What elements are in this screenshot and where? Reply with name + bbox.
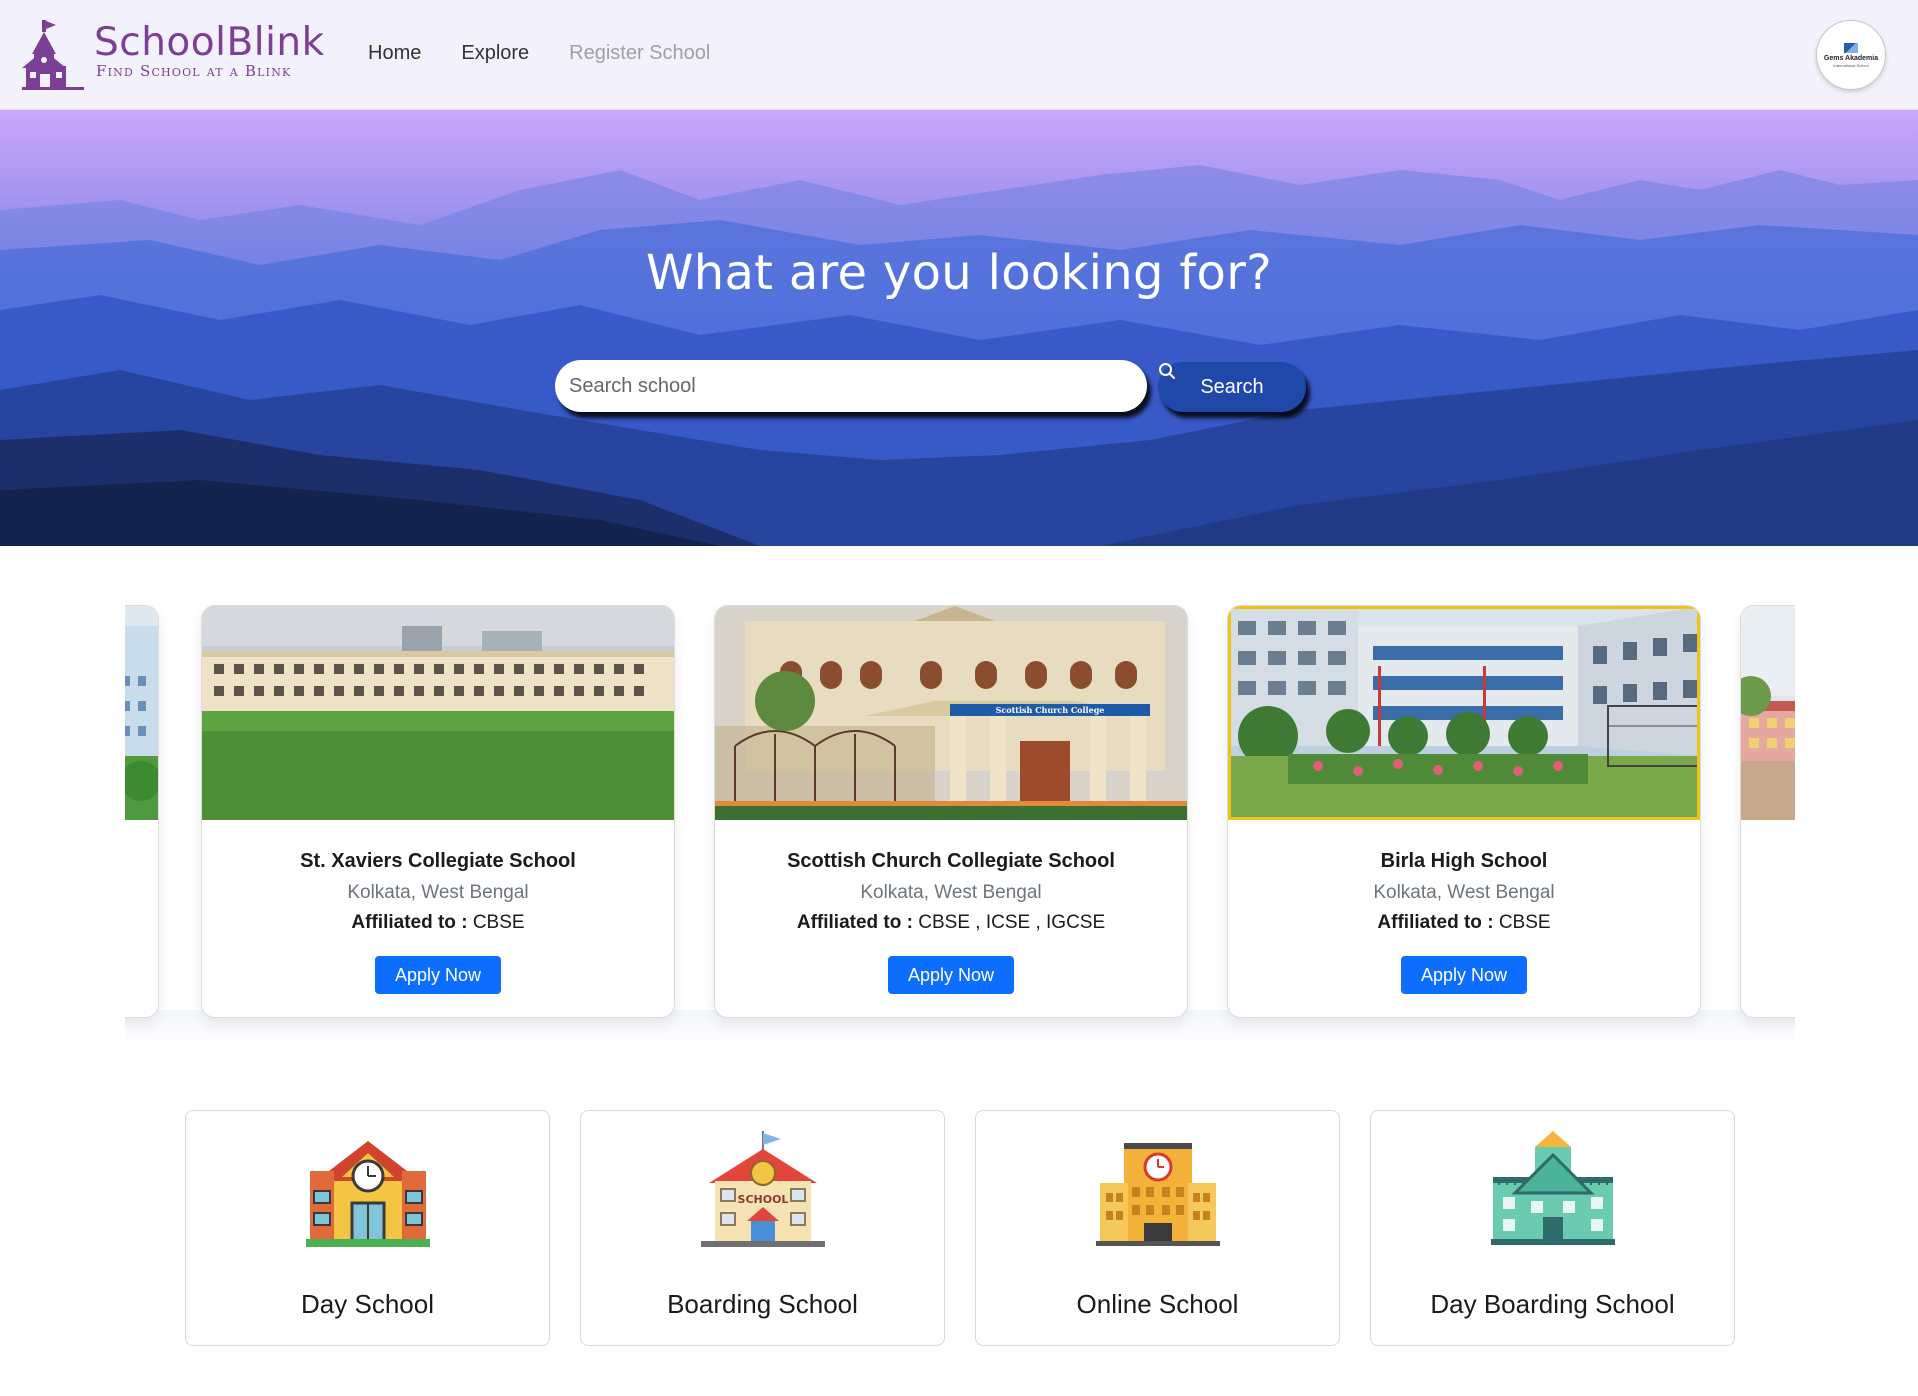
school-location: Kolkata, West Bengal [860, 882, 1042, 903]
category-label: Online School [1076, 1289, 1239, 1319]
school-card: Scottish Church College Scottish Church … [714, 605, 1188, 1018]
day-boarding-school-icon [1491, 1131, 1615, 1245]
school-photo [125, 606, 158, 820]
brand-tagline: Find School at a Blink [96, 62, 292, 80]
school-photo [1228, 606, 1700, 820]
school-card-partial-left[interactable] [125, 605, 159, 1018]
search-box [555, 360, 1147, 412]
school-location: Kolkata, West Bengal [1373, 882, 1555, 903]
profile-avatar[interactable]: Gems Akademia International School [1816, 20, 1886, 90]
profile-subtitle: International School [1833, 62, 1869, 68]
school-name: Scottish Church Collegiate School [787, 850, 1115, 872]
affiliation-value: CBSE [1498, 912, 1551, 933]
school-card-partial-right[interactable] [1740, 605, 1795, 1018]
search-icon [1159, 363, 1175, 379]
mountain-background-image [0, 165, 1918, 546]
category-label: Day School [301, 1289, 434, 1319]
affiliation-label: Affiliated to : [796, 912, 913, 933]
affiliation-label: Affiliated to : [1377, 912, 1494, 933]
school-photo [202, 606, 674, 820]
apply-now-button[interactable]: Apply Now [887, 956, 1015, 994]
category-day-boarding-school[interactable]: Day Boarding School [1370, 1110, 1735, 1346]
category-label: Day Boarding School [1430, 1289, 1675, 1319]
online-school-icon [1096, 1143, 1220, 1246]
school-sign-text: SCHOOL [738, 1193, 789, 1206]
schoolhouse-logo-icon [22, 20, 84, 90]
category-online-school[interactable]: Online School [975, 1110, 1340, 1346]
school-name: Birla High School [1380, 850, 1548, 872]
search-button-label: Search [1200, 375, 1264, 398]
school-name: St. Xaviers Collegiate School [300, 850, 576, 872]
navbar: SchoolBlink Find School at a Blink Home … [0, 0, 1918, 110]
affiliation-label: Affiliated to : [351, 912, 468, 933]
school-card: Birla High School Kolkata, West Bengal A… [1227, 605, 1701, 1018]
apply-now-button[interactable]: Apply Now [374, 956, 502, 994]
school-crest-icon [1844, 42, 1858, 53]
category-boarding-school[interactable]: SCHOOL Boarding School [580, 1110, 945, 1346]
nav-link-home[interactable]: Home [368, 42, 421, 65]
school-affiliation: Affiliated to : CBSE [1228, 912, 1700, 934]
affiliation-value: CBSE [472, 912, 525, 933]
search-button[interactable]: Search [1158, 362, 1306, 412]
school-photo [1741, 606, 1795, 820]
profile-name: Gems Akademia [1823, 54, 1879, 62]
search-input[interactable] [555, 360, 1147, 412]
apply-now-button[interactable]: Apply Now [1400, 956, 1528, 994]
school-affiliation: Affiliated to : CBSE , ICSE , IGCSE [715, 912, 1187, 934]
brand-logo[interactable]: SchoolBlink Find School at a Blink [22, 20, 325, 90]
boarding-school-icon: SCHOOL [701, 1131, 825, 1247]
school-card: St. Xaviers Collegiate School Kolkata, W… [201, 605, 675, 1018]
hero-banner: What are you looking for? Search [0, 110, 1918, 546]
main-nav: Home Explore Register School [368, 42, 710, 65]
nav-link-explore[interactable]: Explore [461, 42, 529, 65]
category-day-school[interactable]: Day School [185, 1110, 550, 1346]
school-carousel: St. Xaviers Collegiate School Kolkata, W… [125, 600, 1795, 1045]
category-label: Boarding School [667, 1289, 858, 1319]
day-school-icon [306, 1141, 430, 1247]
affiliation-value: CBSE , ICSE , IGCSE [918, 912, 1106, 933]
school-location: Kolkata, West Bengal [347, 882, 529, 903]
brand-title: SchoolBlink [94, 20, 325, 65]
hero-title: What are you looking for? [645, 245, 1273, 301]
nav-link-register-school[interactable]: Register School [569, 42, 710, 65]
building-sign-text: Scottish Church College [996, 705, 1105, 715]
school-affiliation: Affiliated to : CBSE [202, 912, 674, 934]
school-photo: Scottish Church College [715, 606, 1187, 820]
